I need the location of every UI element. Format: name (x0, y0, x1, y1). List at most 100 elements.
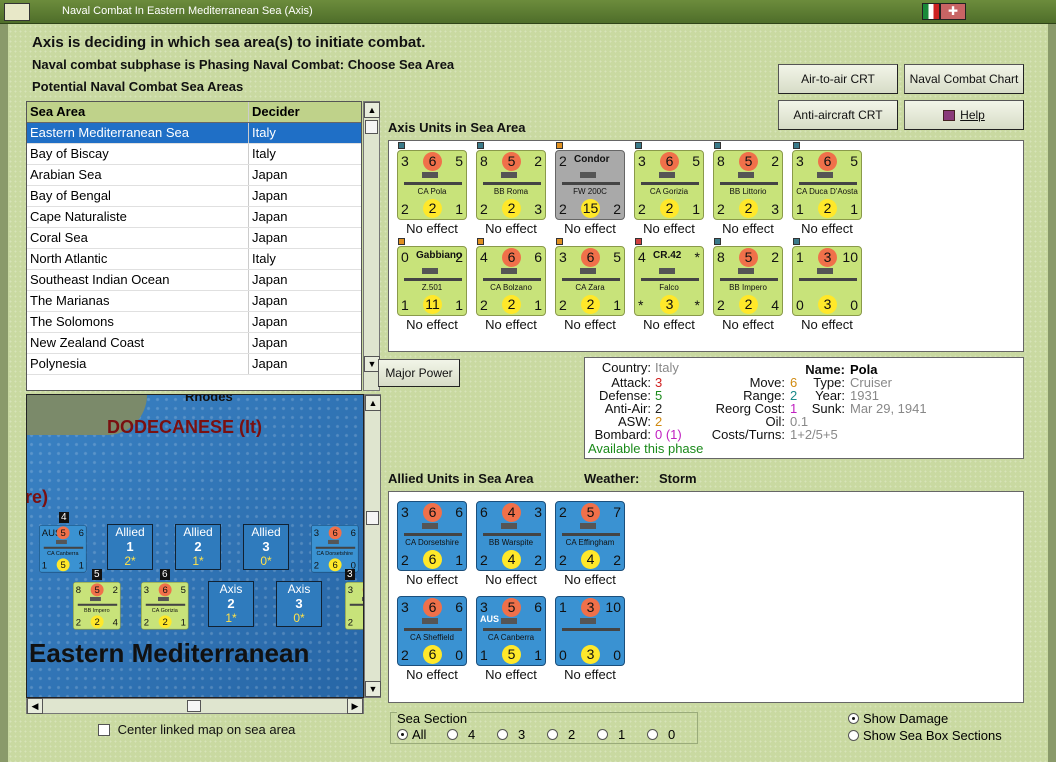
unit-counter[interactable]: 3 5 1 1 6 2 CA Duca D'Aosta (792, 150, 862, 220)
unit-counter[interactable]: 2 2 2 Condor 15 FW 200C (555, 150, 625, 220)
unit-counter[interactable]: 8 2 2 3 5 2 BB Littorio (713, 150, 783, 220)
sea-section-option[interactable]: 1 (597, 727, 625, 742)
unit-name: FW 200C (573, 187, 607, 196)
table-row[interactable]: North Atlantic Italy (27, 249, 361, 270)
unit-counter[interactable]: 3 5 2 1 6 2 CA Gorizia (141, 582, 189, 630)
range-value: 7 (613, 504, 621, 520)
radio-button[interactable] (547, 729, 558, 740)
window-menu-icon[interactable] (4, 3, 30, 21)
allied-sea-box[interactable]: Allied 3 0* (243, 524, 289, 570)
major-power-button[interactable]: Major Power (378, 359, 460, 387)
unit-counter[interactable]: 3 6 2 0 6 6 CA Sheffield (397, 596, 467, 666)
radio-button[interactable] (447, 729, 458, 740)
unit-counter[interactable]: 8 2 2 3 5 2 BB Roma (476, 150, 546, 220)
column-header-sea-area[interactable]: Sea Area (27, 102, 249, 122)
scroll-up-arrow-icon[interactable]: ▲ (364, 102, 380, 118)
unit-counter[interactable]: 8 2 2 4 5 2 BB Impero (73, 582, 121, 630)
allied-sea-box[interactable]: Allied 1 2* (107, 524, 153, 570)
unit-name: BB Warspite (488, 538, 534, 547)
radio-button[interactable] (397, 729, 408, 740)
sea-box-name: Axis (219, 582, 243, 596)
unit-counter[interactable]: 0 2 1 1 Gabbiano 11 Z.501 (397, 246, 467, 316)
show-damage-radio[interactable]: Show Damage (848, 711, 948, 726)
unit-class: Condor (574, 154, 610, 165)
unit-counter[interactable]: 4 * * * CR.42 3 Falco (634, 246, 704, 316)
radio-button[interactable] (597, 729, 608, 740)
help-button[interactable]: Help (904, 100, 1024, 130)
unit-counter[interactable]: 3 5 2 1 6 2 CA Zara (555, 246, 625, 316)
unit-counter[interactable]: AUS 6 1 1 5 5 CA Canberra (39, 525, 87, 573)
unit-counter[interactable]: 326 (345, 582, 363, 630)
sea-section-option[interactable]: 2 (547, 727, 575, 742)
unit-counter[interactable]: 3 5 2 1 6 2 CA Gorizia (634, 150, 704, 220)
table-row[interactable]: Cape Naturaliste Japan (27, 207, 361, 228)
radio-button[interactable] (848, 730, 859, 741)
sea-section-option[interactable]: 0 (647, 727, 675, 742)
table-row[interactable]: The Solomons Japan (27, 312, 361, 333)
unit-name: CA Pola (417, 187, 447, 196)
radio-button[interactable] (647, 729, 658, 740)
map-scroll-down-arrow-icon[interactable]: ▼ (365, 681, 381, 697)
unit-counter[interactable]: 6 3 2 2 4 4 BB Warspite (476, 501, 546, 571)
unit-counter[interactable]: 4 6 2 1 6 2 CA Bolzano (476, 246, 546, 316)
factor-circle: 6 (818, 152, 837, 171)
column-header-decider[interactable]: Decider (249, 102, 361, 122)
map-horizontal-scrollbar[interactable]: ◀ ▶ (26, 698, 364, 714)
table-row[interactable]: Bay of Bengal Japan (27, 186, 361, 207)
sea-section-option-label: 4 (468, 727, 476, 742)
show-sea-box-sections-radio[interactable]: Show Sea Box Sections (848, 728, 1002, 743)
unit-counter[interactable]: 3 6 2 1 6 6 CA Dorsetshire (397, 501, 467, 571)
map-hscroll-thumb[interactable] (187, 700, 201, 712)
antiair-value: 0 (559, 647, 567, 663)
sea-area-cell: Eastern Mediterranean Sea (27, 123, 249, 143)
sea-area-cell: The Marianas (27, 291, 249, 311)
table-row[interactable]: The Marianas Japan (27, 291, 361, 312)
ship-silhouette-icon (562, 523, 620, 536)
air-to-air-crt-button[interactable]: Air-to-air CRT (778, 64, 898, 94)
italy-flag-icon (922, 3, 940, 20)
ship-silhouette-icon (641, 268, 699, 281)
map-scroll-right-arrow-icon[interactable]: ▶ (347, 698, 363, 714)
axis-sea-box[interactable]: Axis 2 1* (208, 581, 254, 627)
sea-section-option[interactable]: 4 (447, 727, 475, 742)
scroll-thumb[interactable] (365, 120, 378, 134)
sea-section-option[interactable]: All (397, 727, 426, 742)
factor-circle: 5 (90, 583, 104, 597)
allied-sea-box[interactable]: Allied 2 1* (175, 524, 221, 570)
table-row[interactable]: Bay of Biscay Italy (27, 144, 361, 165)
unit-counter[interactable]: 3 5 2 1 6 2 CA Pola (397, 150, 467, 220)
axis-sea-box[interactable]: Axis 3 0* (276, 581, 322, 627)
map-scroll-left-arrow-icon[interactable]: ◀ (27, 698, 43, 714)
sea-table-scrollbar[interactable]: ▲ ▼ (363, 101, 380, 391)
unit-name: CA Duca D'Aosta (796, 187, 858, 196)
naval-combat-chart-button[interactable]: Naval Combat Chart (904, 64, 1024, 94)
factor-circle: 5 (502, 598, 521, 617)
anti-aircraft-crt-button[interactable]: Anti-aircraft CRT (778, 100, 898, 130)
antiair-value: 2 (75, 616, 82, 628)
table-row[interactable]: New Zealand Coast Japan (27, 333, 361, 354)
table-row[interactable]: Coral Sea Japan (27, 228, 361, 249)
table-row[interactable]: Arabian Sea Japan (27, 165, 361, 186)
unit-counter[interactable]: 2 7 2 2 5 4 CA Effingham (555, 501, 625, 571)
radio-button[interactable] (848, 713, 859, 724)
checkbox-box[interactable] (98, 724, 110, 736)
map-scroll-up-arrow-icon[interactable]: ▲ (365, 395, 381, 411)
table-row[interactable]: Southeast Indian Ocean Japan (27, 270, 361, 291)
linked-map[interactable]: Rhodes DODECANESE (It) re) Eastern Medit… (26, 394, 364, 698)
ship-silhouette-icon (720, 268, 778, 281)
unit-counter[interactable]: 3 6 1 1 5 5 CA Canberra AUS (476, 596, 546, 666)
map-vscroll-thumb[interactable] (366, 511, 379, 525)
table-row[interactable]: Eastern Mediterranean Sea Italy (27, 123, 361, 144)
show-damage-label: Show Damage (863, 711, 949, 726)
radio-button[interactable] (497, 729, 508, 740)
map-vertical-scrollbar[interactable]: ▲ ▼ (364, 394, 381, 698)
unit-counter[interactable]: 3 6 2 0 6 6 CA Dorsetshire (311, 525, 359, 573)
center-linked-map-checkbox[interactable]: Center linked map on sea area (98, 722, 295, 737)
unit-counter[interactable]: 8 2 2 4 5 2 BB Impero (713, 246, 783, 316)
unit-counter[interactable]: 1 10 0 0 3 3 (555, 596, 625, 666)
table-row[interactable]: Polynesia Japan (27, 354, 361, 375)
unit-info-panel: Country: Italy Attack: 3 Defense: 5 Anti… (584, 357, 1024, 459)
status-marker-icon (398, 238, 405, 245)
sea-section-option[interactable]: 3 (497, 727, 525, 742)
unit-counter[interactable]: 1 10 0 0 3 3 (792, 246, 862, 316)
